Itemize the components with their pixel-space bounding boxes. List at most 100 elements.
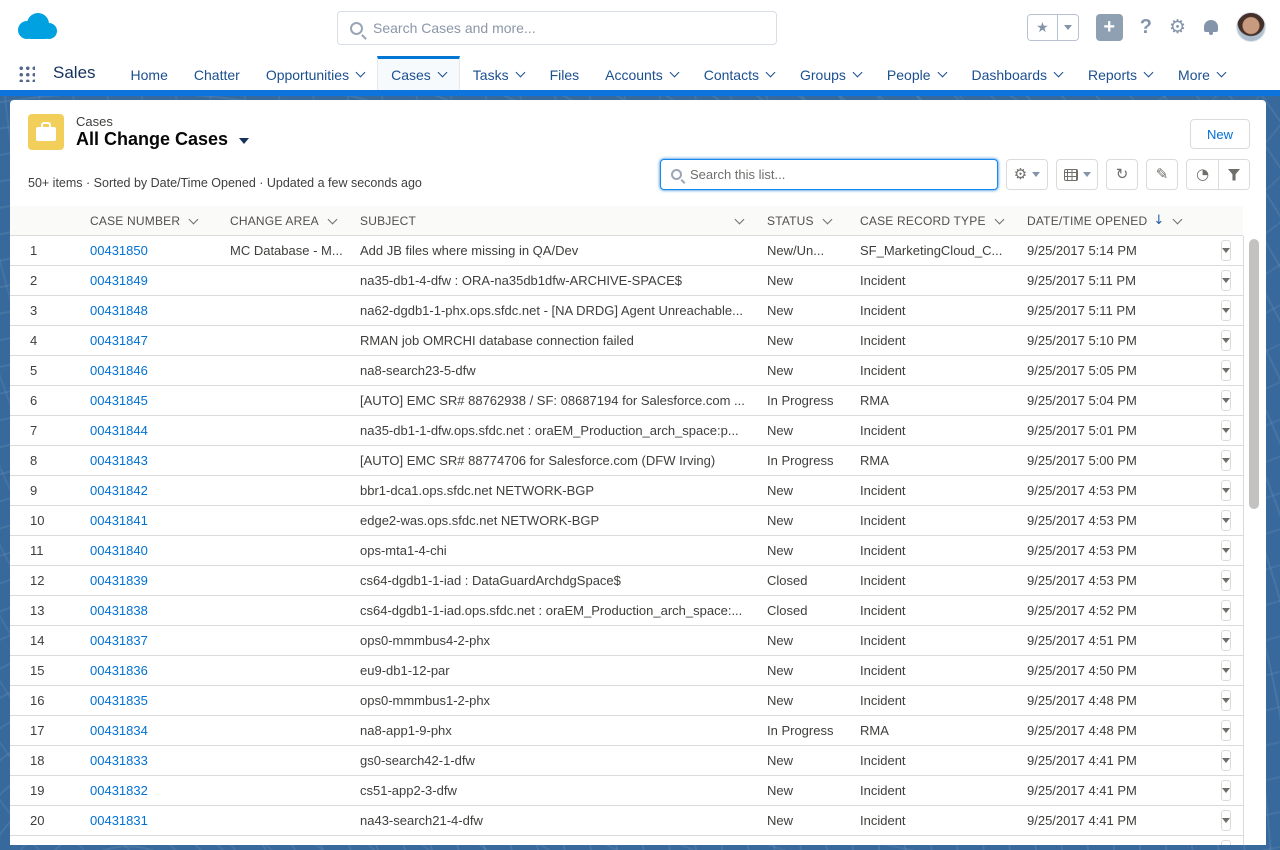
chevron-down-icon[interactable] xyxy=(735,214,745,224)
row-actions-button[interactable] xyxy=(1221,810,1231,831)
app-launcher-waffle-icon[interactable] xyxy=(18,65,35,82)
row-actions-button[interactable] xyxy=(1221,840,1231,845)
row-actions-button[interactable] xyxy=(1221,300,1231,321)
list-search[interactable] xyxy=(660,159,998,190)
row-actions-button[interactable] xyxy=(1221,660,1231,681)
case-number-link[interactable]: 00431840 xyxy=(90,543,148,558)
chevron-down-icon[interactable] xyxy=(327,214,337,224)
favorites-star-button[interactable]: ★ xyxy=(1028,15,1057,40)
case-number-link[interactable]: 00431850 xyxy=(90,243,148,258)
list-view-title[interactable]: All Change Cases xyxy=(76,129,249,150)
setup-button[interactable]: ⚙ xyxy=(1169,16,1186,38)
list-view-controls-button[interactable]: ⚙ xyxy=(1006,159,1048,190)
column-header-date-time-opened[interactable]: DATE/TIME OPENED ↓ xyxy=(1015,206,1200,235)
nav-tab-home[interactable]: Home xyxy=(118,56,181,90)
chevron-down-icon[interactable] xyxy=(1173,214,1183,224)
charts-button[interactable]: ◔ xyxy=(1187,160,1218,189)
row-actions-button[interactable] xyxy=(1221,360,1231,381)
case-number-link[interactable]: 00431842 xyxy=(90,483,148,498)
refresh-button[interactable]: ↻ xyxy=(1106,159,1138,190)
case-number-link[interactable]: 00431832 xyxy=(90,783,148,798)
case-number-link[interactable]: 00431836 xyxy=(90,663,148,678)
case-number-link[interactable]: 00431833 xyxy=(90,753,148,768)
nav-tab-opportunities[interactable]: Opportunities xyxy=(253,56,377,90)
row-actions-button[interactable] xyxy=(1221,570,1231,591)
row-actions-button[interactable] xyxy=(1221,270,1231,291)
case-number-link[interactable]: 00431847 xyxy=(90,333,148,348)
cell-case-number: 00431848 xyxy=(78,296,218,325)
case-number-link[interactable]: 00431831 xyxy=(90,813,148,828)
nav-tab-files[interactable]: Files xyxy=(537,56,593,90)
case-number-link[interactable]: 00431838 xyxy=(90,603,148,618)
case-number-link[interactable]: 00431846 xyxy=(90,363,148,378)
global-actions-button[interactable]: + xyxy=(1096,14,1123,41)
row-actions-button[interactable] xyxy=(1221,720,1231,741)
global-search-input[interactable] xyxy=(373,20,764,36)
nav-tab-people[interactable]: People xyxy=(874,56,959,90)
row-actions-button[interactable] xyxy=(1221,690,1231,711)
chevron-down-icon[interactable] xyxy=(994,214,1004,224)
column-header-change-area[interactable]: CHANGE AREA xyxy=(218,206,348,235)
row-actions-button[interactable] xyxy=(1221,750,1231,771)
nav-tab-cases[interactable]: Cases xyxy=(377,56,460,90)
row-actions-button[interactable] xyxy=(1221,390,1231,411)
nav-tab-chatter[interactable]: Chatter xyxy=(181,56,253,90)
global-search[interactable] xyxy=(337,11,777,45)
case-number-link[interactable]: 00431843 xyxy=(90,453,148,468)
nav-tab-tasks[interactable]: Tasks xyxy=(460,56,537,90)
row-actions-button[interactable] xyxy=(1221,540,1231,561)
case-number-link[interactable]: 00431845 xyxy=(90,393,148,408)
help-button[interactable]: ? xyxy=(1140,16,1152,39)
filter-button[interactable] xyxy=(1218,160,1249,189)
case-number-link[interactable]: 00431837 xyxy=(90,633,148,648)
chevron-down-icon xyxy=(1222,788,1230,793)
cell-change-area xyxy=(218,656,348,685)
new-button[interactable]: New xyxy=(1190,119,1250,149)
column-header-subject[interactable]: SUBJECT xyxy=(348,206,755,235)
row-actions-button[interactable] xyxy=(1221,600,1231,621)
row-actions-button[interactable] xyxy=(1221,420,1231,441)
row-actions-button[interactable] xyxy=(1221,450,1231,471)
column-header-case-record-type[interactable]: CASE RECORD TYPE xyxy=(848,206,1015,235)
user-avatar[interactable] xyxy=(1236,12,1266,42)
chevron-down-icon xyxy=(1222,488,1230,493)
favorites-dropdown-button[interactable] xyxy=(1057,15,1078,40)
case-number-link[interactable]: 00431848 xyxy=(90,303,148,318)
nav-tab-accounts[interactable]: Accounts xyxy=(592,56,691,90)
row-actions-button[interactable] xyxy=(1221,480,1231,501)
cell-status: New xyxy=(755,326,848,355)
case-number-link[interactable]: 00431839 xyxy=(90,573,148,588)
cell-case-number: 00431831 xyxy=(78,806,218,835)
nav-tab-groups[interactable]: Groups xyxy=(787,56,874,90)
row-actions-button[interactable] xyxy=(1221,630,1231,651)
list-search-input[interactable] xyxy=(690,167,987,182)
row-actions-button[interactable] xyxy=(1221,240,1231,261)
app-nav-bar: Sales HomeChatterOpportunitiesCasesTasks… xyxy=(0,56,1280,90)
nav-tab-dashboards[interactable]: Dashboards xyxy=(959,56,1076,90)
notifications-button[interactable] xyxy=(1203,20,1219,34)
column-header-case-number[interactable]: CASE NUMBER xyxy=(78,206,218,235)
case-number-link[interactable]: 00431849 xyxy=(90,273,148,288)
case-number-link[interactable]: 00431830 xyxy=(90,843,148,845)
row-actions-button[interactable] xyxy=(1221,780,1231,801)
case-number-link[interactable]: 00431844 xyxy=(90,423,148,438)
column-header-status[interactable]: STATUS xyxy=(755,206,848,235)
case-number-link[interactable]: 00431834 xyxy=(90,723,148,738)
inline-edit-button[interactable]: ✎ xyxy=(1146,159,1178,190)
case-number-link[interactable]: 00431841 xyxy=(90,513,148,528)
case-number-link[interactable]: 00431835 xyxy=(90,693,148,708)
cell-change-area xyxy=(218,746,348,775)
list-toolbar: ⚙ ↻ ✎ ◔ xyxy=(660,159,1250,190)
row-actions-button[interactable] xyxy=(1221,330,1231,351)
scrollbar-thumb[interactable] xyxy=(1249,239,1259,509)
nav-tab-contacts[interactable]: Contacts xyxy=(691,56,787,90)
table-row: 1000431841edge2-was.ops.sfdc.net NETWORK… xyxy=(10,506,1243,536)
cell-status: In Progress xyxy=(755,386,848,415)
nav-tab-reports[interactable]: Reports xyxy=(1075,56,1165,90)
row-actions-button[interactable] xyxy=(1221,510,1231,531)
display-as-button[interactable] xyxy=(1056,159,1098,190)
chevron-down-icon[interactable] xyxy=(189,214,199,224)
vertical-scrollbar[interactable] xyxy=(1243,236,1266,845)
chevron-down-icon[interactable] xyxy=(822,214,832,224)
nav-tab-more[interactable]: More xyxy=(1165,56,1238,90)
